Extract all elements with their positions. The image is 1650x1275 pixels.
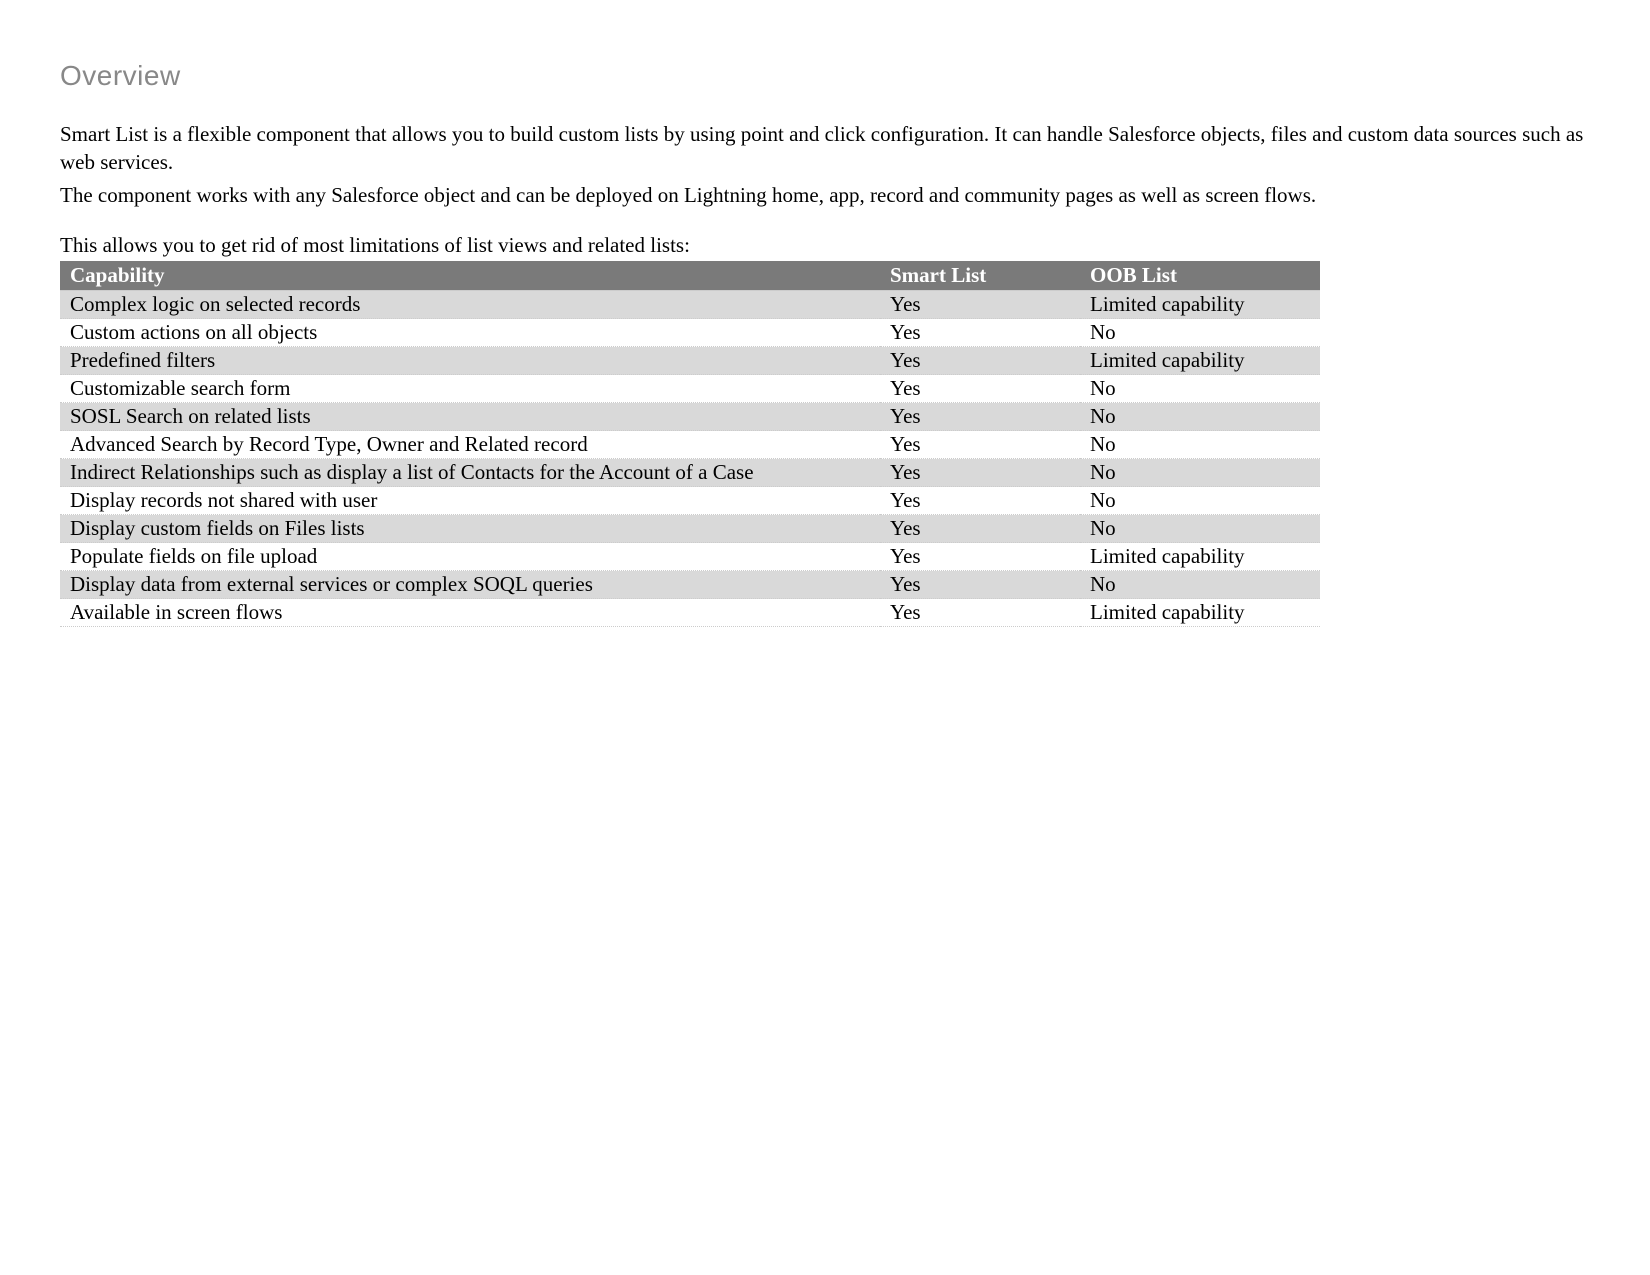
table-row: Indirect Relationships such as display a… <box>60 459 1320 487</box>
cell-smart-list: Yes <box>880 459 1080 487</box>
cell-capability: Display records not shared with user <box>60 487 880 515</box>
cell-smart-list: Yes <box>880 319 1080 347</box>
cell-oob-list: Limited capability <box>1080 599 1320 627</box>
table-row: Advanced Search by Record Type, Owner an… <box>60 431 1320 459</box>
cell-capability: Advanced Search by Record Type, Owner an… <box>60 431 880 459</box>
cell-capability: Display data from external services or c… <box>60 571 880 599</box>
header-smart-list: Smart List <box>880 261 1080 291</box>
header-capability: Capability <box>60 261 880 291</box>
cell-oob-list: Limited capability <box>1080 291 1320 319</box>
cell-capability: Predefined filters <box>60 347 880 375</box>
cell-oob-list: No <box>1080 487 1320 515</box>
table-row: SOSL Search on related listsYesNo <box>60 403 1320 431</box>
cell-smart-list: Yes <box>880 571 1080 599</box>
cell-smart-list: Yes <box>880 291 1080 319</box>
cell-capability: Available in screen flows <box>60 599 880 627</box>
cell-smart-list: Yes <box>880 515 1080 543</box>
cell-oob-list: No <box>1080 319 1320 347</box>
intro-paragraph-2: The component works with any Salesforce … <box>60 181 1590 209</box>
cell-smart-list: Yes <box>880 599 1080 627</box>
header-oob-list: OOB List <box>1080 261 1320 291</box>
table-row: Populate fields on file uploadYesLimited… <box>60 543 1320 571</box>
intro-paragraph-1: Smart List is a flexible component that … <box>60 120 1590 177</box>
cell-capability: Indirect Relationships such as display a… <box>60 459 880 487</box>
cell-oob-list: No <box>1080 403 1320 431</box>
cell-capability: Customizable search form <box>60 375 880 403</box>
table-intro: This allows you to get rid of most limit… <box>60 231 1590 259</box>
page-heading: Overview <box>60 60 1590 92</box>
cell-oob-list: No <box>1080 431 1320 459</box>
cell-oob-list: Limited capability <box>1080 543 1320 571</box>
cell-capability: Display custom fields on Files lists <box>60 515 880 543</box>
cell-oob-list: No <box>1080 515 1320 543</box>
cell-smart-list: Yes <box>880 375 1080 403</box>
table-row: Customizable search formYesNo <box>60 375 1320 403</box>
cell-capability: Populate fields on file upload <box>60 543 880 571</box>
table-row: Display custom fields on Files listsYesN… <box>60 515 1320 543</box>
table-row: Display data from external services or c… <box>60 571 1320 599</box>
cell-smart-list: Yes <box>880 543 1080 571</box>
table-row: Complex logic on selected recordsYesLimi… <box>60 291 1320 319</box>
table-row: Predefined filtersYesLimited capability <box>60 347 1320 375</box>
cell-capability: SOSL Search on related lists <box>60 403 880 431</box>
cell-smart-list: Yes <box>880 403 1080 431</box>
cell-smart-list: Yes <box>880 431 1080 459</box>
cell-capability: Custom actions on all objects <box>60 319 880 347</box>
cell-capability: Complex logic on selected records <box>60 291 880 319</box>
capability-table: Capability Smart List OOB List Complex l… <box>60 261 1320 627</box>
table-row: Custom actions on all objectsYesNo <box>60 319 1320 347</box>
cell-smart-list: Yes <box>880 487 1080 515</box>
cell-oob-list: No <box>1080 375 1320 403</box>
cell-oob-list: Limited capability <box>1080 347 1320 375</box>
table-row: Available in screen flowsYesLimited capa… <box>60 599 1320 627</box>
cell-oob-list: No <box>1080 459 1320 487</box>
cell-smart-list: Yes <box>880 347 1080 375</box>
table-header-row: Capability Smart List OOB List <box>60 261 1320 291</box>
table-row: Display records not shared with userYesN… <box>60 487 1320 515</box>
cell-oob-list: No <box>1080 571 1320 599</box>
